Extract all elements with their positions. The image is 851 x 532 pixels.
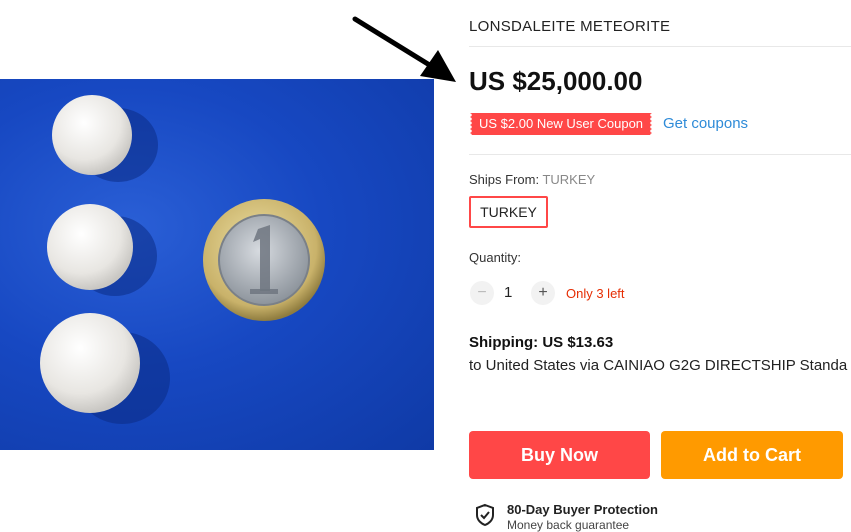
coupon-label: US $2.00 New User Coupon bbox=[479, 116, 644, 131]
product-price: US $25,000.00 bbox=[469, 66, 643, 96]
divider bbox=[469, 46, 851, 47]
shipping-price: US $13.63 bbox=[542, 334, 614, 351]
quantity-increase-button[interactable]: + bbox=[531, 281, 555, 305]
annotation-arrow-icon bbox=[352, 16, 456, 82]
shipping-cost: Shipping: US $13.63 bbox=[469, 334, 613, 351]
divider bbox=[469, 154, 851, 155]
shipping-label: Shipping: bbox=[469, 334, 539, 351]
product-image[interactable] bbox=[0, 79, 434, 450]
shield-check-icon bbox=[476, 503, 494, 527]
quantity-decrease-button[interactable]: − bbox=[470, 281, 494, 305]
stock-remaining: Only 3 left bbox=[566, 286, 625, 301]
product-photo-graphic bbox=[40, 95, 325, 424]
ships-from-value: TURKEY bbox=[542, 172, 596, 187]
ships-from-option-turkey[interactable]: TURKEY bbox=[469, 196, 548, 228]
quantity-label: Quantity: bbox=[469, 250, 522, 265]
buyer-protection-subtitle: Money back guarantee bbox=[507, 518, 630, 532]
get-coupons-link[interactable]: Get coupons bbox=[663, 115, 748, 132]
buy-now-button[interactable]: Buy Now bbox=[469, 431, 650, 479]
buyer-protection-title: 80-Day Buyer Protection bbox=[507, 502, 658, 517]
shipping-route[interactable]: to United States via CAINIAO G2G DIRECTS… bbox=[469, 357, 847, 374]
quantity-value[interactable]: 1 bbox=[504, 284, 512, 301]
product-title: LONSDALEITE METEORITE bbox=[469, 18, 671, 35]
ships-from-label: Ships From: TURKEY bbox=[469, 172, 595, 187]
ships-from-key: Ships From: bbox=[469, 172, 540, 187]
add-to-cart-button[interactable]: Add to Cart bbox=[661, 431, 843, 479]
new-user-coupon[interactable]: US $2.00 New User Coupon bbox=[467, 113, 655, 135]
